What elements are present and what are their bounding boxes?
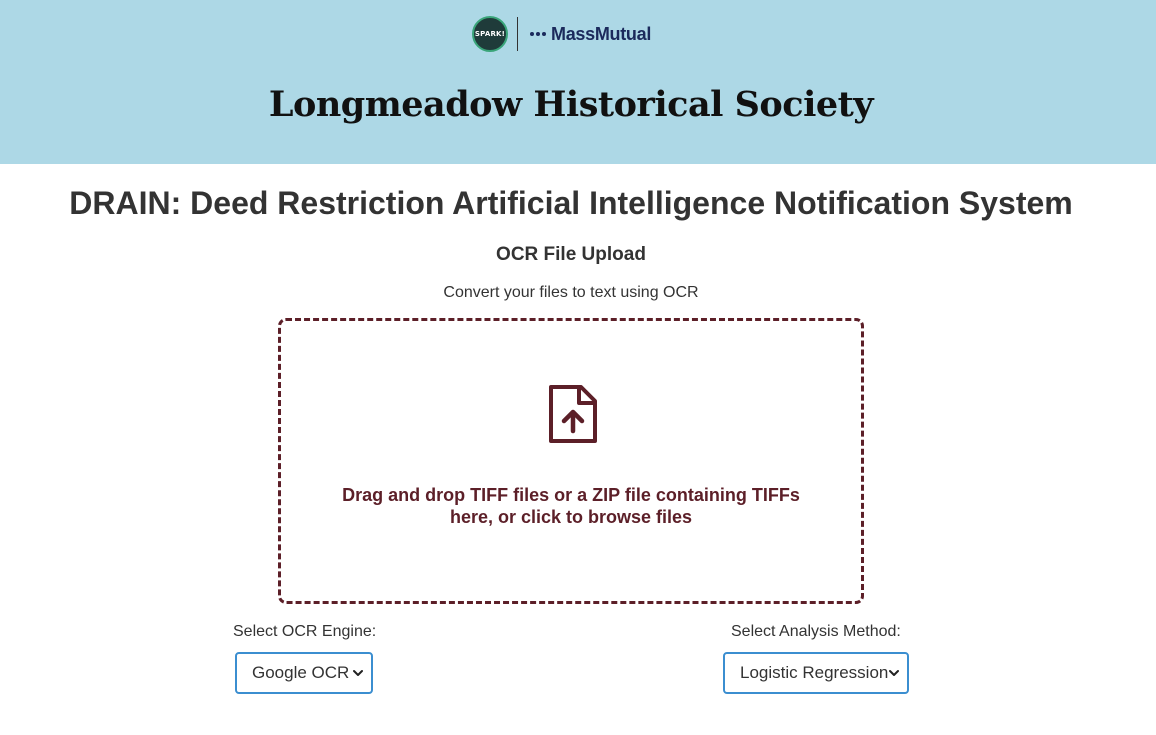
app-title: DRAIN: Deed Restriction Artificial Intel… bbox=[69, 185, 1073, 221]
upload-section-subtitle: Convert your files to text using OCR bbox=[443, 284, 699, 301]
spark-logo: SPARK! bbox=[472, 16, 508, 52]
logo-divider bbox=[517, 17, 518, 51]
file-upload-icon bbox=[549, 385, 597, 443]
chevron-down-icon bbox=[889, 670, 899, 676]
ocr-engine-selected-value: Google OCR bbox=[252, 663, 350, 682]
dropzone-text-line1: Drag and drop TIFF files or a ZIP file c… bbox=[342, 485, 800, 505]
site-title: Longmeadow Historical Society bbox=[268, 84, 874, 125]
logo-bar: SPARK! MassMutual bbox=[472, 16, 651, 52]
dropzone-text-line2: here, or click to browse files bbox=[449, 507, 693, 527]
ocr-engine-select[interactable]: Google OCR bbox=[235, 652, 373, 694]
massmutual-logo: MassMutual bbox=[530, 24, 651, 45]
ocr-engine-label: Select OCR Engine: bbox=[233, 623, 377, 640]
analysis-method-selected-value: Logistic Regression bbox=[740, 663, 889, 682]
analysis-method-label: Select Analysis Method: bbox=[731, 623, 901, 640]
massmutual-dots-icon bbox=[530, 32, 546, 36]
massmutual-logo-text: MassMutual bbox=[551, 23, 652, 44]
analysis-method-select[interactable]: Logistic Regression bbox=[723, 652, 909, 694]
upload-section-title: OCR File Upload bbox=[496, 244, 646, 265]
chevron-down-icon bbox=[353, 670, 363, 676]
site-header: SPARK! MassMutual Longmeadow Historical … bbox=[0, 0, 1156, 164]
dropzone-instructions: Drag and drop TIFF files or a ZIP file c… bbox=[301, 484, 841, 528]
spark-logo-text: SPARK! bbox=[474, 30, 506, 38]
file-dropzone[interactable]: Drag and drop TIFF files or a ZIP file c… bbox=[278, 318, 864, 604]
